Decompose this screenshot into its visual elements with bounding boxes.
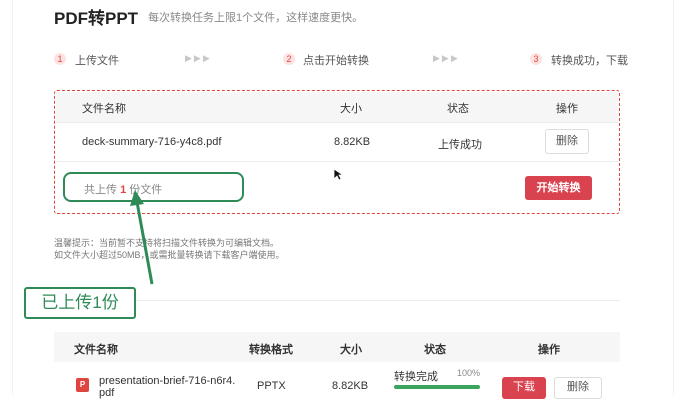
result-file-name-line2: pdf [99, 387, 115, 399]
step-separator-1: ▶▶▶ [185, 53, 212, 63]
step-2-label: 点击开始转换 [303, 55, 369, 67]
result-progress-label: 100% [457, 368, 481, 378]
annotation-label: 已上传1份 [24, 287, 136, 319]
col-file-name: 文件名称 [82, 103, 126, 115]
result-col-action: 操作 [538, 344, 560, 356]
page-subtitle: 每次转换任务上限1个文件，这样速度更快。 [148, 12, 364, 24]
delete-uploaded-button[interactable]: 删除 [545, 129, 589, 154]
result-col-status: 状态 [424, 344, 446, 356]
section-divider [54, 300, 620, 301]
download-button[interactable]: 下载 [502, 377, 546, 399]
result-file-name-line1: presentation-brief-716-n6r4. [99, 375, 236, 387]
result-col-format: 转换格式 [249, 344, 293, 356]
step-3-label: 转换成功，下载 [551, 55, 628, 67]
page-title: PDF转PPT [54, 9, 139, 28]
step-1-label: 上传文件 [75, 55, 119, 67]
annotation-arrow-icon [130, 190, 154, 285]
result-status: 转换完成 [394, 371, 438, 383]
result-progress-bar [394, 385, 480, 389]
step-3-number: 3 [530, 53, 542, 65]
result-progress-fill [394, 385, 480, 389]
col-size: 大小 [340, 103, 362, 115]
step-1-number: 1 [54, 53, 66, 65]
pdf-file-icon: P [76, 378, 89, 392]
result-col-size: 大小 [340, 344, 362, 356]
row-divider [56, 161, 618, 162]
col-action: 操作 [556, 103, 578, 115]
result-size: 8.82KB [332, 380, 369, 392]
uploaded-file-name: deck-summary-716-y4c8.pdf [82, 136, 222, 148]
result-format: PPTX [257, 380, 286, 392]
start-convert-button[interactable]: 开始转换 [525, 176, 592, 200]
upload-count-prefix: 共上传 [84, 184, 117, 196]
uploaded-file-status: 上传成功 [438, 139, 482, 151]
mouse-cursor-icon [333, 168, 345, 181]
result-col-file-name: 文件名称 [74, 344, 118, 356]
delete-result-button[interactable]: 删除 [554, 377, 602, 399]
result-table-header [54, 332, 620, 362]
step-2-number: 2 [283, 53, 295, 65]
uploaded-file-size: 8.82KB [334, 136, 371, 148]
tip-line-2: 如文件大小超过50MB，或需批量转换请下载客户端使用。 [54, 250, 285, 260]
step-separator-2: ▶▶▶ [433, 53, 460, 63]
row-divider [56, 122, 618, 123]
upload-table-header [56, 92, 618, 122]
col-status: 状态 [447, 103, 469, 115]
